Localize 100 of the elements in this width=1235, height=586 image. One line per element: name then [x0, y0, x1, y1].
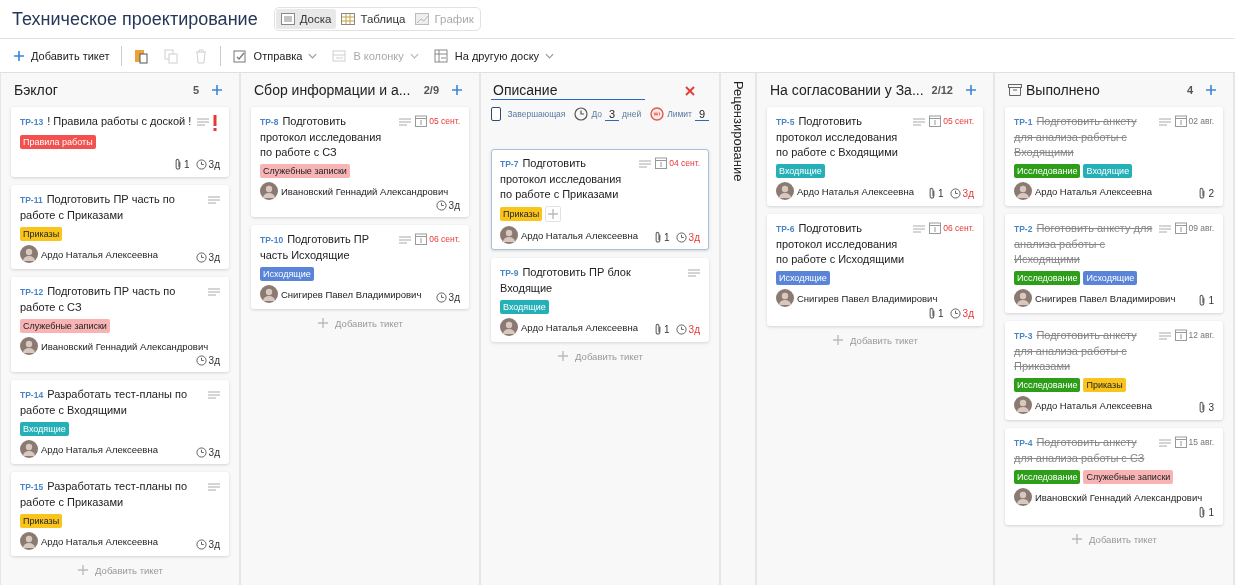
- ticket-title[interactable]: ТР-9 Подготовить ПР блок Входящие: [500, 265, 684, 296]
- avatar: [776, 182, 794, 200]
- assignee-name: Снигирев Павел Владимирович: [797, 292, 938, 304]
- clock-icon: [574, 107, 589, 121]
- ticket-title[interactable]: ТР-11 Подготовить ПР часть по работе с Приказами: [20, 192, 204, 223]
- ticket-count: 2/12: [931, 84, 953, 96]
- ticket-age: 3д: [208, 159, 220, 170]
- board-icon: [280, 13, 295, 25]
- ticket-title[interactable]: ТР-7 Подготовить протокол исследования по работе с Приказами: [500, 156, 636, 202]
- ticket-card[interactable]: ТР-9 Подготовить ПР блок Входящие Входящие Ардо Наталья Алексеевна 1 3д: [491, 258, 709, 342]
- ticket-card[interactable]: ТР-3 Подготовить анкету для анализа работы с Приказами 12 авг. Исследование Приказы Ардо Наталья Алексеевна 3: [1005, 321, 1223, 420]
- board-title: Техническое проектирование: [12, 8, 258, 30]
- paperclip-icon: [654, 231, 663, 244]
- clock-icon: [195, 447, 207, 458]
- ticket-card[interactable]: ТР-12 Подготовить ПР часть по работе с СЗ Служебные записки Ивановский Геннадий Александрович 3д: [11, 277, 229, 372]
- ticket-card[interactable]: ТР-7 Подготовить протокол исследования по работе с Приказами 04 сент. Приказы Ардо Наталья Алексеевна 1 3д: [491, 149, 709, 250]
- ticket-title[interactable]: ТР-10 Подготовить ПР часть Исходящие: [260, 232, 396, 263]
- ticket-title[interactable]: ТР-5 Подготовить протокол исследования по работе с Входящими: [776, 114, 910, 160]
- ticket-card[interactable]: ТР-8 Подготовить протокол исследования по работе с СЗ 05 сент. Служебные записки Ивановский Геннадий Александрович 3д: [251, 107, 469, 217]
- board-icon: [432, 47, 449, 64]
- ticket-age: 3д: [208, 252, 220, 263]
- ticket-card[interactable]: ТР-4 Подготовить анкету для анализа работы с СЗ 15 авг. Исследование Служебные записки Ивановский Геннадий Александрович 1: [1005, 428, 1223, 525]
- due-date: 06 сент.: [429, 234, 460, 244]
- ticket-card[interactable]: ТР-15 Разработать тест-планы по работе с Приказами Приказы Ардо Наталья Алексеевна 3д: [11, 472, 229, 556]
- ticket-card[interactable]: ТР-13 ! Правила работы с доской ! Правила работы 1 3д: [11, 107, 229, 177]
- add-tag-icon[interactable]: [545, 206, 562, 222]
- clock-icon: [195, 539, 207, 550]
- toolbar-button[interactable]: Добавить тикет: [8, 46, 115, 65]
- tag-label: Входящие: [500, 300, 549, 314]
- assignee-name: Ардо Наталья Алексеевна: [521, 229, 638, 241]
- calendar-icon: [415, 115, 428, 127]
- plus-icon: [557, 350, 570, 362]
- assignee-name: Ардо Наталья Алексеевна: [1035, 185, 1152, 197]
- tag-label: Служебные записки: [20, 319, 110, 333]
- ticket-title[interactable]: ТР-8 Подготовить протокол исследования по работе с СЗ: [260, 114, 396, 160]
- plus-icon: [77, 564, 90, 576]
- due-date: 02 авг.: [1188, 116, 1214, 126]
- ticket-title[interactable]: ТР-14 Разработать тест-планы по работе с Входящими: [20, 387, 204, 418]
- column-title[interactable]: Рецензирование: [730, 81, 746, 182]
- assignee-name: Ардо Наталья Алексеевна: [41, 443, 158, 455]
- add-ticket-button[interactable]: [209, 82, 225, 98]
- assignee-name: Ивановский Геннадий Александрович: [1035, 491, 1203, 503]
- ticket-age: 3д: [688, 324, 700, 335]
- assignee-name: Снигирев Павел Владимирович: [1035, 292, 1176, 304]
- ticket-title[interactable]: ТР-12 Подготовить ПР часть по работе с СЗ: [20, 284, 204, 315]
- paperclip-icon: [1198, 506, 1207, 519]
- ticket-title[interactable]: ТР-3 Подготовить анкету для анализа работы с Приказами: [1014, 328, 1155, 374]
- avatar: [776, 289, 794, 307]
- assignee-name: Ардо Наталья Алексеевна: [41, 248, 158, 260]
- ticket-title[interactable]: ТР-6 Подготовить протокол исследования по работе с Исходящими: [776, 221, 910, 267]
- toolbar-button[interactable]: На другую доску: [427, 44, 560, 67]
- add-ticket-button[interactable]: [1203, 82, 1219, 98]
- paperclip-icon: [1198, 401, 1207, 414]
- wip-icon: [650, 107, 665, 121]
- ticket-title[interactable]: ТР-4 Подготовить анкету для анализа работы с СЗ: [1014, 435, 1155, 466]
- ticket-title[interactable]: ТР-13 ! Правила работы с доской !: [20, 114, 193, 130]
- attachment-count: 1: [938, 188, 944, 199]
- checkbox[interactable]: [491, 107, 502, 121]
- ticket-age: 3д: [208, 355, 220, 366]
- tag-label: Приказы: [20, 227, 63, 241]
- caret-icon: [545, 52, 555, 59]
- calendar-icon: [1174, 222, 1187, 234]
- column-title: Выполнено: [1026, 82, 1101, 98]
- ticket-card[interactable]: ТР-6 Подготовить протокол исследования по работе с Исходящими 06 сент. Исходящие Снигирев Павел Владимирович 1 3д: [767, 214, 983, 326]
- ticket-title[interactable]: ТР-15 Разработать тест-планы по работе с Приказами: [20, 479, 204, 510]
- ticket-card[interactable]: ТР-1 Подготовить анкету для анализа работы с Входящими 02 авг. Исследование Входящие Ардо Наталья Алексеевна 2: [1005, 107, 1223, 206]
- view-tab[interactable]: Доска: [275, 9, 337, 29]
- add-ticket-button[interactable]: [963, 82, 979, 98]
- close-button[interactable]: [683, 83, 697, 98]
- ticket-title[interactable]: ТР-1 Подготовить анкету для анализа работы с Входящими: [1014, 114, 1155, 160]
- limit-field[interactable]: 9: [695, 107, 709, 121]
- avatar: [1014, 182, 1032, 200]
- column-name-field[interactable]: Описание: [491, 81, 645, 100]
- view-tab[interactable]: Таблица: [336, 9, 411, 29]
- days-field[interactable]: 3: [605, 107, 620, 121]
- toolbar-button[interactable]: Отправка: [226, 44, 323, 67]
- ticket-card[interactable]: ТР-11 Подготовить ПР часть по работе с Приказами Приказы Ардо Наталья Алексеевна 3д: [11, 185, 229, 269]
- paperclip-icon: [654, 323, 663, 336]
- ticket-card[interactable]: ТР-2 Поготовить анкету для анализа работы с Исходящими 09 авг. Исследование Исходящие Снигирев Павел Владимирович 1: [1005, 214, 1223, 313]
- tag-label: Исходящие: [260, 267, 314, 281]
- ticket-title[interactable]: ТР-2 Поготовить анкету для анализа работы с Исходящими: [1014, 221, 1155, 267]
- avatar: [20, 245, 38, 263]
- assignee-name: Ардо Наталья Алексеевна: [797, 185, 914, 197]
- tag-label: Входящие: [1083, 164, 1133, 178]
- avatar: [260, 285, 278, 303]
- column-icon: [331, 47, 348, 64]
- ticket-age: 3д: [448, 200, 460, 211]
- checklist-icon: [231, 47, 248, 64]
- clock-icon: [675, 232, 687, 243]
- add-ticket-button[interactable]: [449, 82, 465, 98]
- attachment-count: 1: [1208, 295, 1214, 306]
- tag-label: Приказы: [1083, 378, 1126, 392]
- ticket-card[interactable]: ТР-5 Подготовить протокол исследования по работе с Входящими 05 сент. Входящие Ардо Наталья Алексеевна 1 3д: [767, 107, 983, 206]
- due-date: 04 сент.: [669, 158, 700, 168]
- ticket-card[interactable]: ТР-14 Разработать тест-планы по работе с Входящими Входящие Ардо Наталья Алексеевна 3д: [11, 380, 229, 464]
- table-icon: [341, 13, 356, 25]
- paperclip-icon: [1198, 187, 1207, 200]
- tag-label: Приказы: [20, 514, 63, 528]
- checkbox-label: Завершающая: [507, 109, 566, 119]
- ticket-card[interactable]: ТР-10 Подготовить ПР часть Исходящие 06 сент. Исходящие Снигирев Павел Владимирович 3д: [251, 225, 469, 309]
